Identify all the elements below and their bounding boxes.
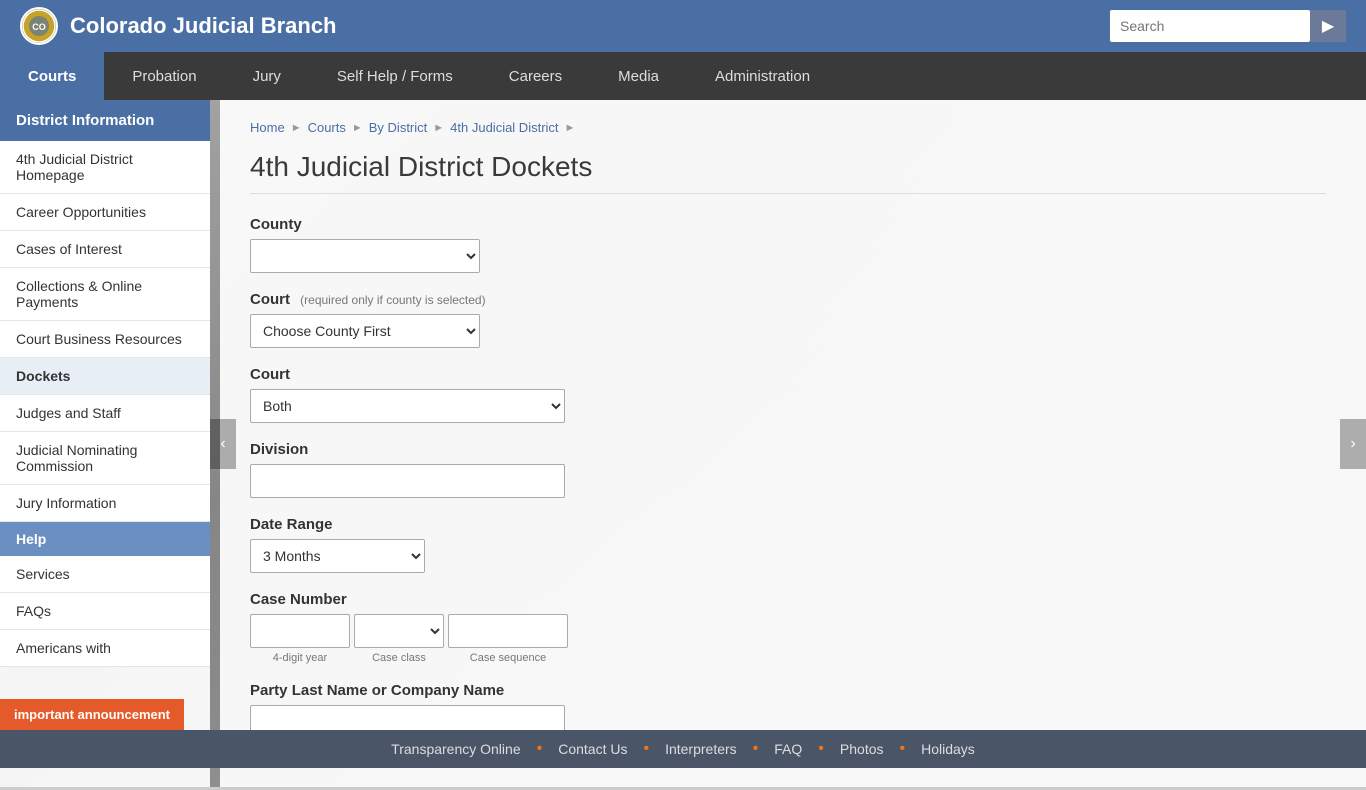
breadcrumb-arrow-3: ► <box>433 122 444 134</box>
footer-dot-3: • <box>753 740 759 758</box>
case-seq-group: Case sequence <box>448 614 568 664</box>
footer-link-faq[interactable]: FAQ <box>774 741 802 757</box>
party-label: Party Last Name or Company Name <box>250 682 1326 699</box>
footer-dot-5: • <box>900 740 906 758</box>
main-nav: Courts Probation Jury Self Help / Forms … <box>0 52 1366 100</box>
important-announcement-banner[interactable]: important announcement <box>0 699 184 730</box>
sidebar-item-jury-information[interactable]: Jury Information <box>0 485 210 522</box>
case-class-select[interactable]: CV CR DR <box>354 614 444 648</box>
case-number-row: 4-digit year CV CR DR Case class Case se… <box>250 614 1326 664</box>
court-label: Court <box>250 366 1326 383</box>
nav-item-administration[interactable]: Administration <box>687 52 838 100</box>
logo-icon: CO <box>20 7 58 45</box>
footer-link-photos[interactable]: Photos <box>840 741 884 757</box>
court-select[interactable]: Both District Court County Court <box>250 389 565 423</box>
search-arrow-icon: ▶ <box>1322 16 1334 36</box>
svg-text:CO: CO <box>32 22 46 32</box>
nav-item-media[interactable]: Media <box>590 52 687 100</box>
sidebar-section-title: District Information <box>0 100 210 141</box>
division-label: Division <box>250 441 1326 458</box>
footer-link-transparency[interactable]: Transparency Online <box>391 741 520 757</box>
sidebar-item-collections[interactable]: Collections & Online Payments <box>0 268 210 321</box>
county-select[interactable]: El Paso Teller <box>250 239 480 273</box>
case-year-label: 4-digit year <box>250 652 350 664</box>
county-label: County <box>250 216 1326 233</box>
footer-link-holidays[interactable]: Holidays <box>921 741 975 757</box>
footer-link-contact[interactable]: Contact Us <box>558 741 627 757</box>
sidebar-item-career-opportunities[interactable]: Career Opportunities <box>0 194 210 231</box>
case-seq-label: Case sequence <box>448 652 568 664</box>
breadcrumb-by-district[interactable]: By District <box>369 120 428 135</box>
breadcrumb-courts[interactable]: Courts <box>308 120 346 135</box>
case-year-input[interactable] <box>250 614 350 648</box>
breadcrumb-arrow-2: ► <box>352 122 363 134</box>
date-range-select[interactable]: 3 Months 1 Month 6 Months 1 Year <box>250 539 425 573</box>
case-number-label: Case Number <box>250 591 1326 608</box>
header: CO Colorado Judicial Branch ▶ <box>0 0 1366 52</box>
nav-item-selfhelp[interactable]: Self Help / Forms <box>309 52 481 100</box>
right-arrow-button[interactable]: › <box>1340 419 1366 469</box>
breadcrumb-4th-judicial[interactable]: 4th Judicial District <box>450 120 558 135</box>
footer-link-interpreters[interactable]: Interpreters <box>665 741 737 757</box>
nav-item-jury[interactable]: Jury <box>225 52 309 100</box>
site-title: Colorado Judicial Branch <box>70 13 337 39</box>
nav-item-probation[interactable]: Probation <box>104 52 224 100</box>
sidebar-item-faqs[interactable]: FAQs <box>0 593 210 630</box>
sidebar-item-district-homepage[interactable]: 4th Judicial District Homepage <box>0 141 210 194</box>
court-county-select[interactable]: Choose County First <box>250 314 480 348</box>
breadcrumb-arrow-1: ► <box>291 122 302 134</box>
breadcrumb: Home ► Courts ► By District ► 4th Judici… <box>250 120 1326 135</box>
court-group: Court Both District Court County Court <box>250 366 1326 423</box>
nav-item-careers[interactable]: Careers <box>481 52 590 100</box>
left-arrow-button[interactable]: ‹ <box>210 419 236 469</box>
page-title: 4th Judicial District Dockets <box>250 151 1326 194</box>
case-class-group: CV CR DR Case class <box>354 614 444 664</box>
header-logo: CO Colorado Judicial Branch <box>20 7 337 45</box>
sidebar-item-services[interactable]: Services <box>0 556 210 593</box>
case-class-label: Case class <box>354 652 444 664</box>
footer-dot-1: • <box>537 740 543 758</box>
date-range-group: Date Range 3 Months 1 Month 6 Months 1 Y… <box>250 516 1326 573</box>
search-button[interactable]: ▶ <box>1310 10 1346 42</box>
division-group: Division <box>250 441 1326 498</box>
court-note: (required only if county is selected) <box>300 293 485 307</box>
case-number-group: Case Number 4-digit year CV CR DR Case c… <box>250 591 1326 664</box>
breadcrumb-arrow-4: ► <box>565 122 576 134</box>
court-county-label: Court (required only if county is select… <box>250 291 1326 308</box>
sidebar-item-judicial-nominating[interactable]: Judicial Nominating Commission <box>0 432 210 485</box>
nav-item-courts[interactable]: Courts <box>0 52 104 100</box>
search-bar: ▶ <box>1110 10 1346 42</box>
main-wrapper: ‹ District Information 4th Judicial Dist… <box>0 100 1366 787</box>
sidebar-help-header[interactable]: Help <box>0 522 210 556</box>
division-input[interactable] <box>250 464 565 498</box>
footer-dot-4: • <box>818 740 824 758</box>
court-county-group: Court (required only if county is select… <box>250 291 1326 348</box>
case-year-group: 4-digit year <box>250 614 350 664</box>
breadcrumb-home[interactable]: Home <box>250 120 285 135</box>
sidebar-item-dockets[interactable]: Dockets <box>0 358 210 395</box>
date-range-label: Date Range <box>250 516 1326 533</box>
footer-dot-2: • <box>643 740 649 758</box>
sidebar-item-americans-with[interactable]: Americans with <box>0 630 210 667</box>
sidebar-item-court-business[interactable]: Court Business Resources <box>0 321 210 358</box>
main-content: Home ► Courts ► By District ► 4th Judici… <box>220 100 1366 787</box>
footer-bar: Transparency Online • Contact Us • Inter… <box>0 730 1366 768</box>
county-group: County El Paso Teller <box>250 216 1326 273</box>
case-seq-input[interactable] <box>448 614 568 648</box>
sidebar-item-cases-of-interest[interactable]: Cases of Interest <box>0 231 210 268</box>
sidebar: District Information 4th Judicial Distri… <box>0 100 210 787</box>
sidebar-item-judges-staff[interactable]: Judges and Staff <box>0 395 210 432</box>
search-input[interactable] <box>1110 10 1310 42</box>
